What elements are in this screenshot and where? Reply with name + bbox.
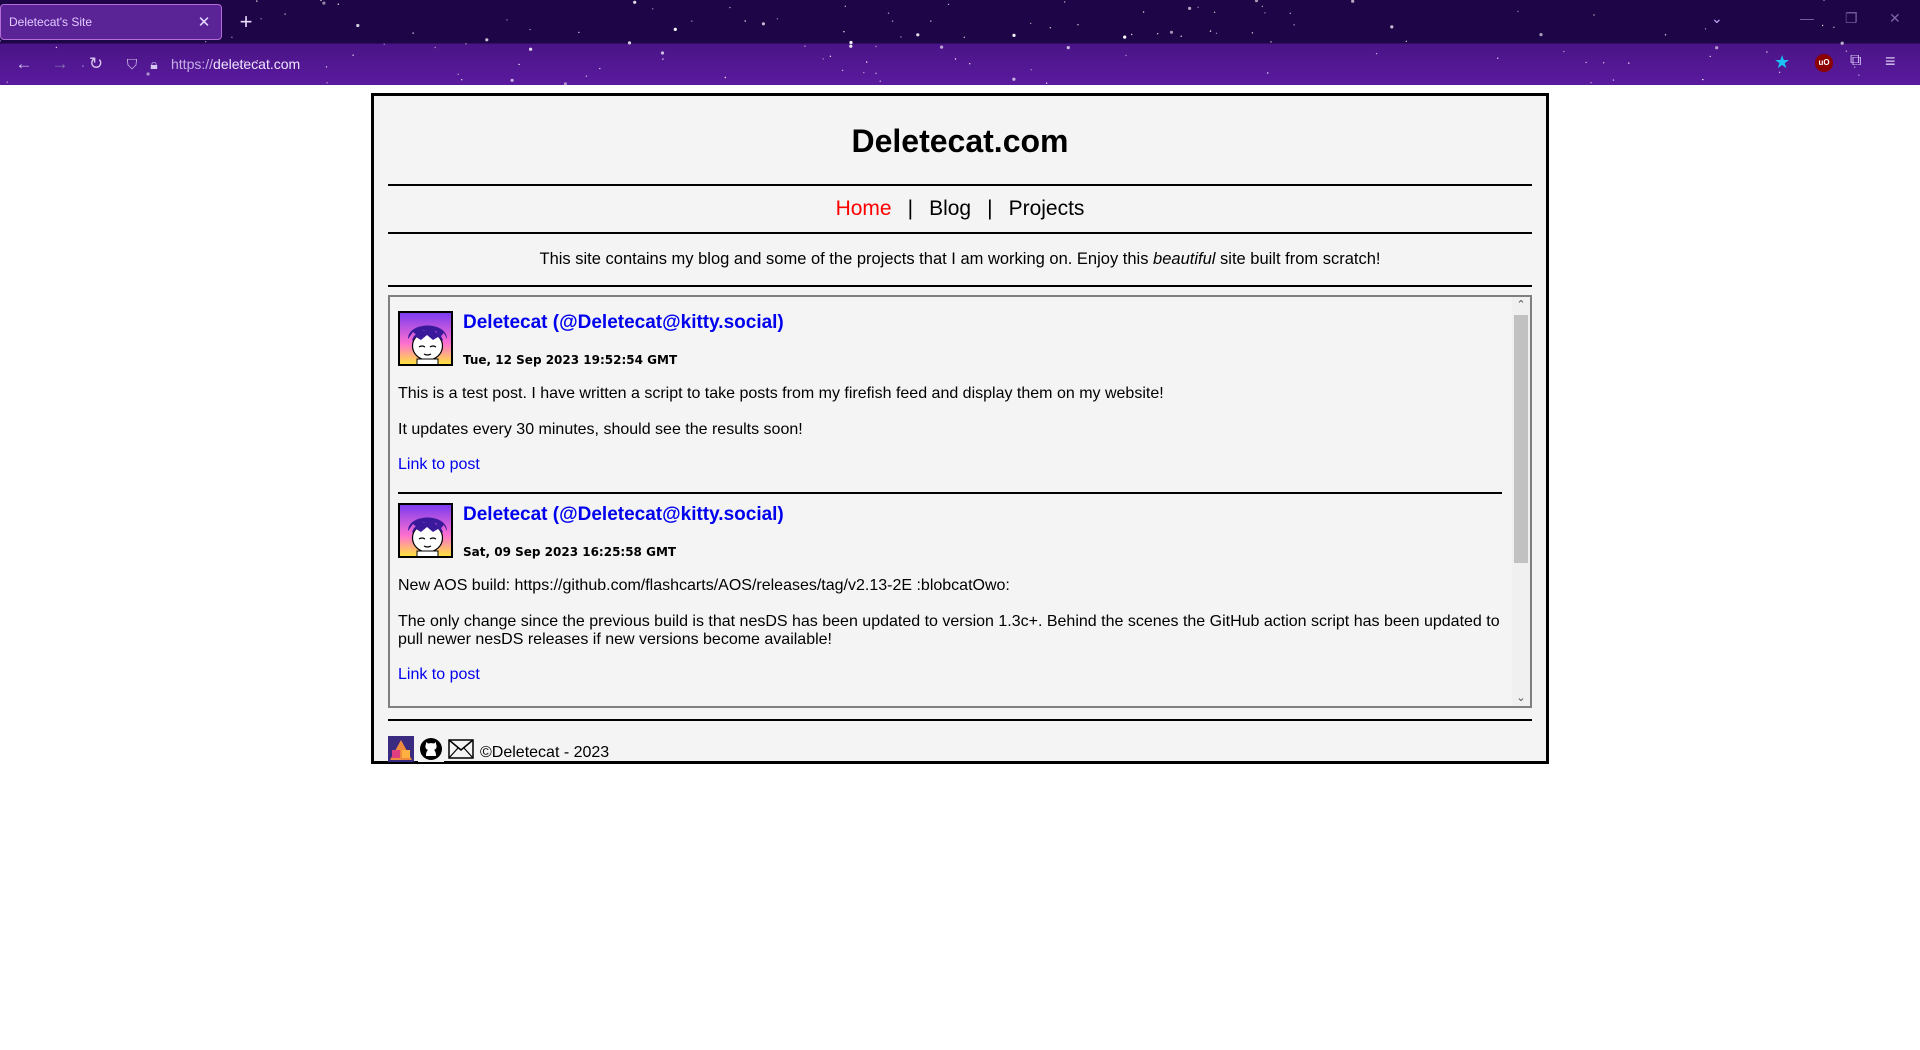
site-container: Deletecat.com Home | Blog | Projects This si… bbox=[371, 93, 1549, 764]
bookmark-star-icon[interactable]: ★ bbox=[1774, 52, 1790, 73]
reload-icon[interactable]: ↻ bbox=[84, 52, 108, 76]
hamburger-menu-icon[interactable]: ≡ bbox=[1885, 51, 1896, 72]
site-nav: Home | Blog | Projects bbox=[388, 186, 1532, 232]
lock-icon[interactable]: 🔒︎ bbox=[143, 56, 165, 73]
post-date: Tue, 12 Sep 2023 19:52:54 GMT bbox=[463, 353, 678, 367]
post-paragraph: This is a test post. I have written a sc… bbox=[398, 385, 1164, 402]
browser-tab[interactable]: Deletecat's Site ✕ bbox=[0, 4, 222, 40]
feed-scrollbar[interactable]: ⌃ ⌄ bbox=[1512, 297, 1530, 706]
post-item: Deletecat (@Deletecat@kitty.social) Sat,… bbox=[398, 492, 1502, 684]
tab-close-icon[interactable]: ✕ bbox=[195, 13, 213, 31]
nav-blog-link[interactable]: Blog bbox=[929, 197, 971, 220]
scroll-thumb[interactable] bbox=[1514, 315, 1528, 563]
ublock-extension-icon[interactable]: uO bbox=[1815, 54, 1833, 72]
nav-separator: | bbox=[987, 197, 993, 220]
tab-bar: Deletecat's Site ✕ + ⌄ — ❐ ✕ bbox=[0, 0, 1920, 44]
post-item: Deletecat (@Deletecat@kitty.social) Tue,… bbox=[398, 297, 1502, 474]
post-header: Deletecat (@Deletecat@kitty.social) Tue,… bbox=[398, 311, 1502, 367]
author-block: Deletecat (@Deletecat@kitty.social) Tue,… bbox=[463, 311, 784, 367]
browser-chrome: Deletecat's Site ✕ + ⌄ — ❐ ✕ ← → ↻ ⛉ 🔒︎ … bbox=[0, 0, 1920, 85]
site-footer: ©Deletecat - 2023 bbox=[388, 719, 1532, 769]
minimize-icon[interactable]: — bbox=[1800, 10, 1814, 26]
divider bbox=[388, 285, 1532, 287]
site-title: Deletecat.com bbox=[851, 123, 1069, 159]
post-paragraph: It updates every 30 minutes, should see … bbox=[398, 421, 803, 438]
email-envelope-icon[interactable] bbox=[448, 736, 474, 762]
post-link[interactable]: Link to post bbox=[398, 666, 1502, 684]
feed-content: Deletecat (@Deletecat@kitty.social) Tue,… bbox=[390, 297, 1510, 684]
nav-projects-link[interactable]: Projects bbox=[1009, 197, 1085, 220]
firefish-icon[interactable] bbox=[388, 735, 414, 762]
avatar-face bbox=[408, 517, 447, 556]
post-header: Deletecat (@Deletecat@kitty.social) Sat,… bbox=[398, 503, 1502, 559]
navigation-toolbar: ← → ↻ ⛉ 🔒︎ https://deletecat.com ★ uO ⧉ … bbox=[0, 44, 1920, 85]
avatar bbox=[398, 503, 453, 558]
nav-home-link[interactable]: Home bbox=[836, 197, 892, 220]
url-bar[interactable]: ⛉ 🔒︎ https://deletecat.com bbox=[121, 49, 1781, 79]
restore-icon[interactable]: ❐ bbox=[1845, 10, 1858, 27]
forward-arrow-icon[interactable]: → bbox=[48, 52, 72, 76]
post-author-link[interactable]: Deletecat (@Deletecat@kitty.social) bbox=[463, 312, 784, 334]
window-close-icon[interactable]: ✕ bbox=[1889, 10, 1901, 27]
post-author-link[interactable]: Deletecat (@Deletecat@kitty.social) bbox=[463, 504, 784, 526]
post-feed[interactable]: Deletecat (@Deletecat@kitty.social) Tue,… bbox=[388, 295, 1532, 708]
github-icon[interactable] bbox=[418, 735, 444, 762]
author-block: Deletecat (@Deletecat@kitty.social) Sat,… bbox=[463, 503, 784, 559]
intro-before: This site contains my blog and some of t… bbox=[539, 250, 1154, 268]
extensions-puzzle-icon[interactable]: ⧉ bbox=[1850, 52, 1861, 70]
url-scheme: https:// bbox=[171, 56, 214, 72]
post-paragraph: New AOS build: https://github.com/flashc… bbox=[398, 577, 1010, 594]
post-paragraph: The only change since the previous build… bbox=[398, 613, 1500, 648]
intro-text: This site contains my blog and some of t… bbox=[388, 234, 1532, 285]
url-text[interactable]: https://deletecat.com bbox=[171, 56, 300, 72]
url-host: deletecat.com bbox=[213, 56, 301, 72]
avatar bbox=[398, 311, 453, 366]
new-tab-button[interactable]: + bbox=[234, 9, 258, 35]
shield-icon[interactable]: ⛉ bbox=[121, 56, 143, 73]
scroll-down-arrow-icon[interactable]: ⌄ bbox=[1512, 690, 1530, 706]
back-arrow-icon[interactable]: ← bbox=[12, 52, 36, 76]
post-link[interactable]: Link to post bbox=[398, 456, 1502, 474]
copyright-text: ©Deletecat - 2023 bbox=[480, 743, 610, 761]
nav-separator: | bbox=[907, 197, 914, 220]
intro-emphasis: beautiful bbox=[1153, 250, 1216, 268]
post-date: Sat, 09 Sep 2023 16:25:58 GMT bbox=[463, 545, 677, 559]
scroll-up-arrow-icon[interactable]: ⌃ bbox=[1512, 297, 1530, 313]
list-tabs-chevron-icon[interactable]: ⌄ bbox=[1711, 10, 1723, 27]
avatar-face bbox=[408, 325, 447, 364]
intro-after: site built from scratch! bbox=[1215, 250, 1381, 268]
tab-title: Deletecat's Site bbox=[9, 15, 92, 29]
